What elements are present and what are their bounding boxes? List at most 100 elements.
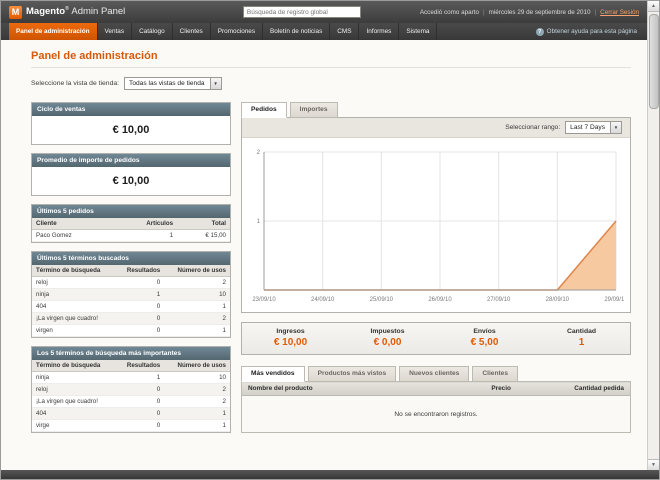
- total-value: € 0,00: [373, 337, 402, 348]
- total-cell: Ingresos € 10,00: [242, 323, 339, 354]
- store-view-label: Seleccione la vista de tienda:: [31, 80, 120, 87]
- nav-item[interactable]: Clientes: [173, 23, 211, 40]
- total-label: Impuestos: [370, 328, 405, 335]
- footer-bar: [1, 470, 659, 479]
- total-cell: Cantidad 1: [533, 323, 630, 354]
- app-title: Magento® Admin Panel: [26, 6, 125, 17]
- table-row: 404 0 1: [32, 407, 230, 420]
- card-title: Ciclo de ventas: [32, 103, 230, 116]
- tab[interactable]: Más vendidos: [241, 366, 305, 382]
- total-label: Cantidad: [566, 328, 597, 335]
- tab[interactable]: Pedidos: [241, 102, 287, 118]
- page-title: Panel de administración: [31, 50, 631, 68]
- total-label: Envíos: [473, 328, 496, 335]
- help-icon: ?: [535, 27, 544, 36]
- registered-mark: ®: [65, 6, 69, 13]
- average-order-card: Promedio de importe de pedidos € 10,00: [31, 153, 231, 196]
- table-row: 404 0 1: [32, 300, 230, 313]
- global-search-input[interactable]: [242, 6, 361, 18]
- scrollbar-thumb[interactable]: [648, 14, 659, 109]
- svg-text:29/09/10: 29/09/10: [604, 297, 624, 303]
- column-header: Número de usos: [164, 265, 230, 277]
- table-row: virgen 0 1: [32, 324, 230, 337]
- nav-item[interactable]: Sistema: [399, 23, 438, 40]
- lifetime-sales-value: € 10,00: [112, 124, 150, 136]
- card-title: Últimos 5 pedidos: [32, 205, 230, 218]
- orders-chart-svg: 23/09/10 24/09/10 25/09/10 26/09/10 27/09/10…: [252, 150, 628, 303]
- column-header: Cantidad pedida: [516, 381, 631, 396]
- magento-logo-icon: M: [9, 5, 22, 19]
- chevron-down-icon: ▼: [209, 78, 221, 89]
- column-header: Artículos: [112, 218, 178, 230]
- column-header: Término de búsqueda: [32, 265, 117, 277]
- tab[interactable]: Importes: [289, 102, 338, 118]
- nav-item[interactable]: CMS: [330, 23, 360, 40]
- card-title: Promedio de importe de pedidos: [32, 154, 230, 167]
- scroll-up-icon[interactable]: ▲: [647, 1, 659, 12]
- nav-item[interactable]: Panel de administración: [9, 23, 98, 40]
- help-label: Obtener ayuda para esta página: [546, 28, 637, 35]
- table-row: reloj 0 2: [32, 276, 230, 289]
- svg-text:2: 2: [257, 150, 261, 156]
- table-row: reloj 0 2: [32, 383, 230, 396]
- total-cell: Envíos € 5,00: [436, 323, 533, 354]
- card-title: Los 5 términos de búsqueda más important…: [32, 347, 230, 360]
- user-info-area: Accedió como aparto | miércoles 29 de se…: [420, 9, 639, 16]
- last-orders-card: Últimos 5 pedidos Cliente Artículos Total …: [31, 204, 231, 243]
- svg-text:28/09/10: 28/09/10: [546, 297, 570, 303]
- range-select[interactable]: Last 7 Days ▼: [565, 121, 622, 134]
- average-order-value: € 10,00: [112, 175, 150, 187]
- nav-item[interactable]: Boletín de noticias: [263, 23, 331, 40]
- scroll-down-icon[interactable]: ▼: [647, 459, 659, 470]
- nav-item[interactable]: Catálogo: [132, 23, 173, 40]
- tab[interactable]: Productos más vistos: [307, 366, 397, 382]
- total-value: € 5,00: [470, 337, 499, 348]
- svg-text:1: 1: [257, 219, 261, 225]
- empty-message: No se encontraron registros.: [241, 395, 631, 433]
- lifetime-sales-card: Ciclo de ventas € 10,00: [31, 102, 231, 145]
- total-cell: Impuestos € 0,00: [339, 323, 436, 354]
- store-view-value: Todas las vistas de tienda: [129, 80, 205, 87]
- range-bar: Seleccionar rango: Last 7 Days ▼: [242, 118, 630, 138]
- last-orders-table: Cliente Artículos Total Paco Gomez 1 € 15,00: [32, 218, 230, 242]
- brand-name: Magento: [26, 6, 66, 18]
- tab[interactable]: Clientes: [472, 366, 519, 382]
- brand-area: M Magento® Admin Panel: [9, 5, 184, 19]
- vertical-scrollbar[interactable]: ▲ ▼: [647, 1, 659, 470]
- top-search-terms-table: Término de búsqueda Resultados Número de u…: [32, 360, 230, 432]
- empty-row: No se encontraron registros.: [241, 395, 631, 433]
- table-row: virge 0 1: [32, 419, 230, 432]
- card-title: Últimos 5 términos buscados: [32, 252, 230, 265]
- bottom-tabs: Más vendidos Productos más vistos Nuevos c…: [241, 366, 631, 382]
- separator: |: [482, 8, 485, 16]
- column-header: Precio: [459, 381, 517, 396]
- store-switcher: Seleccione la vista de tienda: Todas las…: [31, 77, 631, 90]
- svg-text:26/09/10: 26/09/10: [428, 297, 452, 303]
- table-row: ¡La virgen que cuadro! 0 2: [32, 395, 230, 408]
- nav-item[interactable]: Ventas: [98, 23, 133, 40]
- table-row: ¡La virgen que cuadro! 0 2: [32, 312, 230, 325]
- store-view-select[interactable]: Todas las vistas de tienda ▼: [124, 77, 222, 90]
- svg-text:27/09/10: 27/09/10: [487, 297, 511, 303]
- table-row: Paco Gomez 1 € 15,00: [32, 229, 230, 242]
- range-value: Last 7 Days: [570, 124, 605, 131]
- total-label: Ingresos: [276, 328, 305, 335]
- chart-panel: Seleccionar rango: Last 7 Days ▼ 23/09/1…: [241, 117, 631, 313]
- svg-text:24/09/10: 24/09/10: [311, 297, 335, 303]
- orders-chart: 23/09/10 24/09/10 25/09/10 26/09/10 27/09/10…: [242, 138, 630, 312]
- dashboard-main: Pedidos Importes Seleccionar rango: Last …: [241, 102, 631, 441]
- magento-admin-window: M Magento® Admin Panel Accedió como apar…: [0, 0, 660, 480]
- dashboard-sidebar: Ciclo de ventas € 10,00 Promedio de impo…: [31, 102, 231, 441]
- page-content: Panel de administración Seleccione la vi…: [1, 40, 647, 470]
- last-search-terms-card: Últimos 5 términos buscados Término de b…: [31, 251, 231, 338]
- column-header: Resultados: [116, 265, 165, 277]
- help-link[interactable]: ? Obtener ayuda para esta página: [526, 23, 647, 40]
- logout-link[interactable]: Cerrar Sesión: [600, 9, 639, 16]
- top-header-bar: M Magento® Admin Panel Accedió como apar…: [1, 1, 647, 23]
- logged-in-as: Accedió como aparto: [419, 8, 479, 16]
- nav-item[interactable]: Promociones: [211, 23, 264, 40]
- separator: |: [594, 8, 597, 16]
- nav-item[interactable]: Informes: [359, 23, 400, 40]
- tab[interactable]: Nuevos clientes: [399, 366, 470, 382]
- top-search-terms-card: Los 5 términos de búsqueda más important…: [31, 346, 231, 433]
